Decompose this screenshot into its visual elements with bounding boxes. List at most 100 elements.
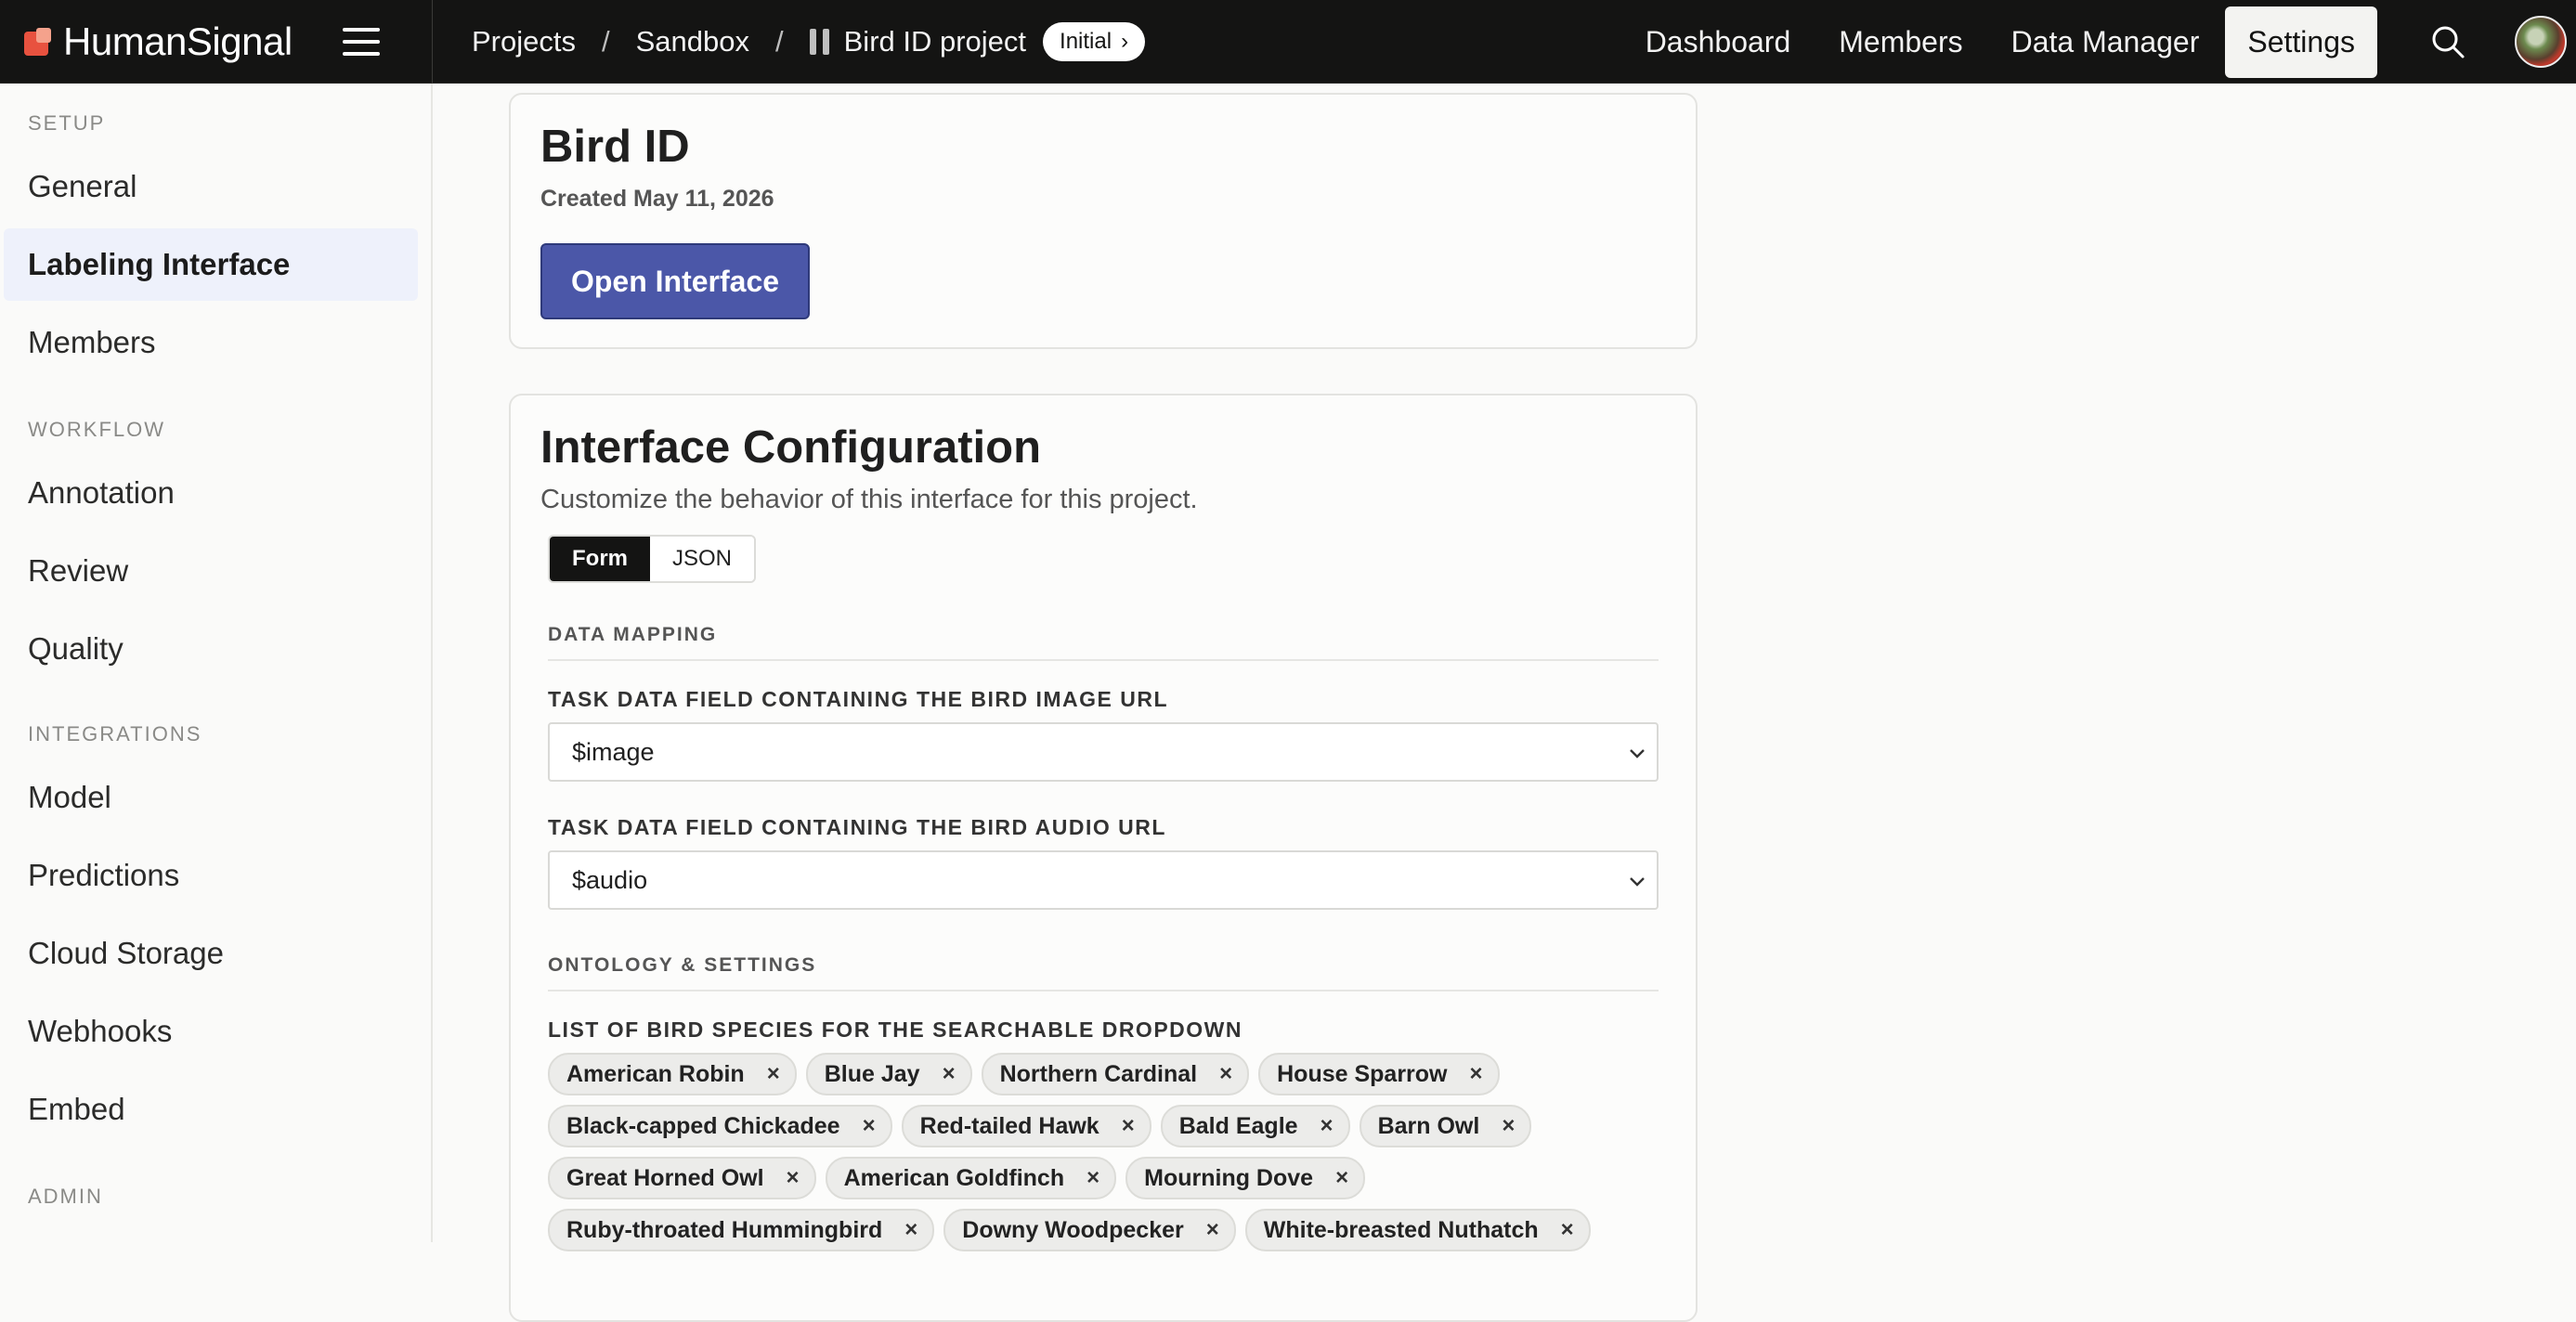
sidebar-item-model[interactable]: Model [4,761,418,834]
close-icon[interactable]: × [1206,1217,1219,1243]
close-icon[interactable]: × [1321,1113,1334,1139]
species-chip: House Sparrow × [1258,1053,1500,1095]
chip-label: Blue Jay [824,1060,920,1087]
species-chip: Barn Owl × [1359,1105,1532,1147]
species-chip: Red-tailed Hawk × [901,1105,1151,1147]
project-state-label: Initial [1060,28,1112,54]
close-icon[interactable]: × [1502,1113,1515,1139]
chip-row: Ruby-throated Hummingbird × Downy Woodpec… [548,1209,1662,1251]
close-icon[interactable]: × [787,1165,800,1191]
chip-row: American Robin × Blue Jay × Northern Cardi… [548,1053,1662,1095]
species-chip: Bald Eagle × [1160,1105,1350,1147]
chevron-down-icon [1625,869,1649,900]
close-icon[interactable]: × [1470,1061,1483,1087]
top-nav-links: Dashboard Members Data Manager Settings [1646,0,2576,84]
sidebar-section-workflow: WORKFLOW [28,418,165,441]
sidebar-item-labeling-interface[interactable]: Labeling Interface [4,228,418,301]
audio-field-select[interactable]: $audio [548,850,1659,910]
sidebar-section-integrations: INTEGRATIONS [28,722,202,745]
brand-area: HumanSignal [0,0,433,84]
hamburger-icon[interactable] [342,27,380,56]
sidebar-item-embed[interactable]: Embed [4,1073,418,1146]
nav-settings[interactable]: Settings [2225,6,2377,78]
project-title: Bird ID [540,122,690,172]
config-subtitle: Customize the behavior of this interface… [540,485,1198,514]
species-chip: Ruby-throated Hummingbird × [548,1209,935,1251]
close-icon[interactable]: × [904,1217,917,1243]
species-chip: Great Horned Owl × [548,1157,816,1199]
image-field-label: TASK DATA FIELD CONTAINING THE BIRD IMAG… [548,687,1169,711]
sidebar-item-webhooks[interactable]: Webhooks [4,995,418,1068]
chip-label: Barn Owl [1377,1112,1480,1139]
chip-label: White-breasted Nuthatch [1263,1216,1539,1243]
close-icon[interactable]: × [943,1061,956,1087]
sidebar-item-predictions[interactable]: Predictions [4,839,418,912]
audio-field-value: $audio [572,865,648,894]
species-chip: Mourning Dove × [1125,1157,1366,1199]
settings-sidebar: SETUP General Labeling Interface Members… [0,84,433,1242]
sidebar-section-admin: ADMIN [28,1185,103,1208]
chip-label: Great Horned Owl [566,1164,764,1191]
config-mode-toggle: Form JSON [548,535,757,583]
avatar[interactable] [2515,16,2567,68]
sidebar-item-review[interactable]: Review [4,535,418,607]
project-state-pill[interactable]: Initial › [1043,21,1146,61]
sidebar-item-cloud-storage[interactable]: Cloud Storage [4,917,418,990]
chip-label: Ruby-throated Hummingbird [566,1216,883,1243]
chip-label: Red-tailed Hawk [919,1112,1099,1139]
nav-data-manager[interactable]: Data Manager [2011,25,2200,59]
interface-configuration-card: Interface Configuration Customize the be… [509,394,1698,1322]
divider [548,659,1659,661]
audio-field-label: TASK DATA FIELD CONTAINING THE BIRD AUDI… [548,815,1166,839]
humansignal-logo-icon[interactable] [24,26,56,58]
tab-json[interactable]: JSON [650,537,755,581]
project-card: Bird ID Created May 11, 2026 Open Interf… [509,93,1698,349]
chip-row: Black-capped Chickadee × Red-tailed Hawk ×… [548,1105,1662,1147]
close-icon[interactable]: × [863,1113,876,1139]
close-icon[interactable]: × [1122,1113,1135,1139]
species-chip: American Goldfinch × [825,1157,1117,1199]
breadcrumb-projects[interactable]: Projects [472,25,576,58]
close-icon[interactable]: × [1086,1165,1099,1191]
chip-label: Northern Cardinal [999,1060,1198,1087]
species-chip: Blue Jay × [805,1053,972,1095]
species-chip: American Robin × [548,1053,797,1095]
top-navigation-bar: HumanSignal Projects / Sandbox / Bird ID… [0,0,2576,84]
nav-members[interactable]: Members [1839,25,1962,59]
close-icon[interactable]: × [767,1061,780,1087]
open-interface-button[interactable]: Open Interface [540,243,810,319]
search-icon[interactable] [2429,23,2466,60]
breadcrumb-separator: / [775,24,784,58]
nav-dashboard[interactable]: Dashboard [1646,25,1791,59]
close-icon[interactable]: × [1561,1217,1574,1243]
breadcrumb-project[interactable]: Bird ID project [844,25,1026,58]
breadcrumb: Projects / Sandbox / Bird ID project Ini… [472,21,1146,61]
sidebar-item-members[interactable]: Members [4,306,418,379]
brand-name[interactable]: HumanSignal [63,19,293,64]
data-mapping-heading: DATA MAPPING [548,624,718,645]
breadcrumb-separator: / [601,24,610,58]
chevron-down-icon [1625,741,1649,771]
close-icon[interactable]: × [1219,1061,1232,1087]
breadcrumb-workspace[interactable]: Sandbox [636,25,749,58]
sidebar-item-quality[interactable]: Quality [4,613,418,685]
species-chip-list: American Robin × Blue Jay × Northern Cardi… [548,1053,1662,1261]
chip-label: Downy Woodpecker [962,1216,1184,1243]
tab-form[interactable]: Form [550,537,650,581]
sidebar-section-setup: SETUP [28,111,106,135]
sidebar-item-annotation[interactable]: Annotation [4,457,418,529]
chip-label: Black-capped Chickadee [566,1112,840,1139]
ontology-settings-heading: ONTOLOGY & SETTINGS [548,954,817,976]
species-chip: Northern Cardinal × [981,1053,1250,1095]
close-icon[interactable]: × [1335,1165,1348,1191]
pause-icon[interactable] [809,28,829,55]
project-created-date: Created May 11, 2026 [540,186,774,212]
chip-label: American Robin [566,1060,745,1087]
chip-row: Great Horned Owl × American Goldfinch × Mo… [548,1157,1662,1199]
divider [548,990,1659,992]
chip-label: American Goldfinch [843,1164,1065,1191]
config-title: Interface Configuration [540,422,1042,473]
sidebar-item-general[interactable]: General [4,150,418,223]
image-field-select[interactable]: $image [548,722,1659,782]
species-chip: Downy Woodpecker × [943,1209,1236,1251]
